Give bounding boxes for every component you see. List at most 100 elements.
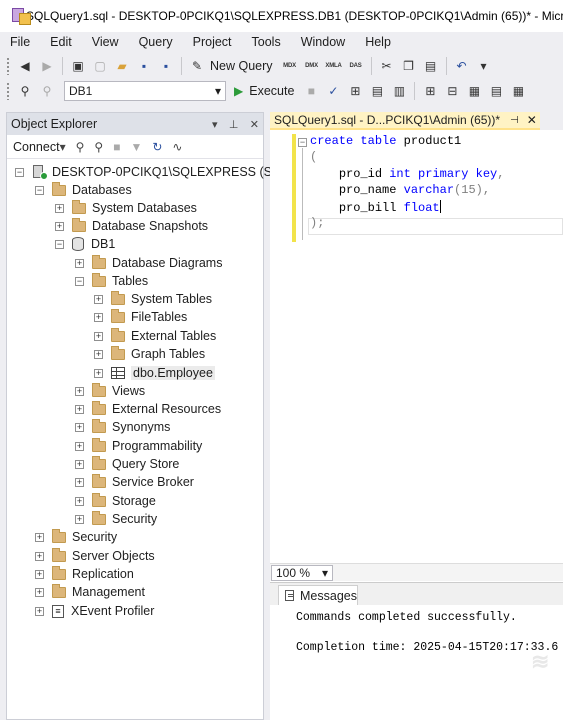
undo-icon[interactable]: ↶ <box>453 57 471 75</box>
toolbar-grip[interactable] <box>6 82 10 100</box>
expand-icon[interactable]: + <box>75 404 84 414</box>
menu-help[interactable]: Help <box>355 35 401 49</box>
tree-node-database-snapshots[interactable]: + Database Snapshots <box>55 217 208 235</box>
pin-icon[interactable]: ⊥ <box>229 119 239 131</box>
zoom-select[interactable]: 100 % ▾ <box>271 564 333 581</box>
tree-node-external-resources[interactable]: + External Resources <box>75 400 221 418</box>
query-options-icon[interactable]: ▤ <box>368 82 386 100</box>
connect-plug-icon[interactable]: ⚲ <box>76 140 85 154</box>
cancel-query-icon[interactable]: ■ <box>302 82 320 100</box>
mdx-query-button[interactable]: MDX <box>281 57 299 75</box>
tree-node-dbo-employee[interactable]: + dbo.Employee <box>94 364 215 382</box>
cut-icon[interactable]: ✂ <box>378 57 396 75</box>
intellisense-icon[interactable]: ▥ <box>390 82 408 100</box>
tree-node-database-diagrams[interactable]: + Database Diagrams <box>75 254 222 272</box>
tree-node-db1[interactable]: − DB1 <box>55 235 115 253</box>
disconnect-icon[interactable]: ⚲ <box>38 82 56 100</box>
new-query-button[interactable]: New Query <box>210 59 273 73</box>
disconnect-plug-icon[interactable]: ⚲ <box>94 140 103 154</box>
tree-node-security[interactable]: + Security <box>35 528 117 546</box>
results-to-grid-icon[interactable]: ▦ <box>509 82 527 100</box>
available-databases-select[interactable]: DB1 ▾ <box>64 81 226 101</box>
expand-icon[interactable]: + <box>94 294 103 304</box>
expand-icon[interactable]: + <box>75 496 84 506</box>
toolbar-grip[interactable] <box>6 57 10 75</box>
forward-icon[interactable]: ▶ <box>38 57 56 75</box>
menu-edit[interactable]: Edit <box>40 35 82 49</box>
tree-node-filetables[interactable]: + FileTables <box>94 308 187 326</box>
close-icon[interactable]: ✕ <box>250 119 259 131</box>
chevron-down-icon[interactable]: ▾ <box>60 140 66 154</box>
execute-icon[interactable]: ▶ <box>234 84 243 98</box>
expand-icon[interactable]: + <box>94 349 103 359</box>
back-icon[interactable]: ◀ <box>16 57 34 75</box>
expand-icon[interactable]: + <box>94 312 103 322</box>
tree-node-query-store[interactable]: + Query Store <box>75 455 179 473</box>
tree-node-service-broker[interactable]: + Service Broker <box>75 473 194 491</box>
collapse-icon[interactable]: − <box>75 276 84 286</box>
tree-node-server[interactable]: − DESKTOP-0PCIKQ1\SQLEXPRESS (SQL S <box>15 163 300 181</box>
outline-collapse-icon[interactable]: − <box>298 138 307 147</box>
save-icon[interactable]: ▪ <box>135 57 153 75</box>
menu-window[interactable]: Window <box>291 35 355 49</box>
close-tab-icon[interactable]: ✕ <box>527 113 537 127</box>
new-query-icon[interactable]: ✎ <box>188 57 206 75</box>
tab-messages[interactable]: Messages <box>278 585 358 605</box>
expand-icon[interactable]: + <box>35 569 44 579</box>
refresh-icon[interactable]: ↻ <box>152 140 162 154</box>
tree-node-system-databases[interactable]: + System Databases <box>55 199 197 217</box>
tree-node-management[interactable]: + Management <box>35 583 145 601</box>
expand-icon[interactable]: + <box>75 477 84 487</box>
tree-node-system-tables[interactable]: + System Tables <box>94 290 212 308</box>
tree-node-tables[interactable]: − Tables <box>75 272 148 290</box>
tree-node-storage[interactable]: + Storage <box>75 492 156 510</box>
dmx-query-button[interactable]: DMX <box>303 57 321 75</box>
tree-node-external-tables[interactable]: + External Tables <box>94 327 216 345</box>
expand-icon[interactable]: + <box>55 203 64 213</box>
live-stats-icon[interactable]: ⊟ <box>443 82 461 100</box>
tree-node-xevent-profiler[interactable]: + ≡ XEvent Profiler <box>35 602 154 620</box>
collapse-icon[interactable]: − <box>35 185 44 195</box>
client-stats-icon[interactable]: ▦ <box>465 82 483 100</box>
menu-tools[interactable]: Tools <box>242 35 291 49</box>
expand-icon[interactable]: + <box>75 386 84 396</box>
paste-icon[interactable]: ▤ <box>422 57 440 75</box>
parse-icon[interactable]: ✓ <box>324 82 342 100</box>
expand-icon[interactable]: + <box>75 422 84 432</box>
collapse-icon[interactable]: − <box>15 167 24 177</box>
expand-icon[interactable]: + <box>35 606 44 616</box>
tree-node-synonyms[interactable]: + Synonyms <box>75 418 170 436</box>
menu-view[interactable]: View <box>82 35 129 49</box>
tree-node-programmability[interactable]: + Programmability <box>75 437 202 455</box>
collapse-icon[interactable]: − <box>55 239 64 249</box>
filter-icon[interactable]: ▼ <box>130 140 142 154</box>
add-item-icon[interactable]: ▢ <box>91 57 109 75</box>
expand-icon[interactable]: + <box>75 258 84 268</box>
open-file-icon[interactable]: ▰ <box>113 57 131 75</box>
connect-button[interactable]: Connect <box>13 140 60 154</box>
save-all-icon[interactable]: ▪ <box>157 57 175 75</box>
window-position-icon[interactable]: ▾ <box>212 119 218 131</box>
sql-editor[interactable]: − create table product1 ( pro_id int pri… <box>270 134 563 574</box>
menu-file[interactable]: File <box>0 35 40 49</box>
tree-node-databases[interactable]: − Databases <box>35 181 132 199</box>
expand-icon[interactable]: + <box>75 441 84 451</box>
results-to-text-icon[interactable]: ▤ <box>487 82 505 100</box>
pin-icon[interactable]: ⊣ <box>510 115 519 126</box>
xmla-query-button[interactable]: XMLA <box>325 57 343 75</box>
tree-node-views[interactable]: + Views <box>75 382 145 400</box>
expand-icon[interactable]: + <box>94 331 103 341</box>
tree-node-replication[interactable]: + Replication <box>35 565 134 583</box>
expand-icon[interactable]: + <box>55 221 64 231</box>
undo-dropdown-icon[interactable]: ▾ <box>475 57 493 75</box>
expand-icon[interactable]: + <box>35 587 44 597</box>
menu-project[interactable]: Project <box>183 35 242 49</box>
estimated-plan-icon[interactable]: ⊞ <box>346 82 364 100</box>
das-query-button[interactable]: DAS <box>347 57 365 75</box>
connect-icon[interactable]: ⚲ <box>16 82 34 100</box>
activity-monitor-icon[interactable]: ∿ <box>172 140 182 154</box>
tab-sqlquery1[interactable]: SQLQuery1.sql - D...PCIKQ1\Admin (65))* … <box>270 112 540 130</box>
menu-query[interactable]: Query <box>129 35 183 49</box>
expand-icon[interactable]: + <box>75 459 84 469</box>
tree-node-db-security[interactable]: + Security <box>75 510 157 528</box>
